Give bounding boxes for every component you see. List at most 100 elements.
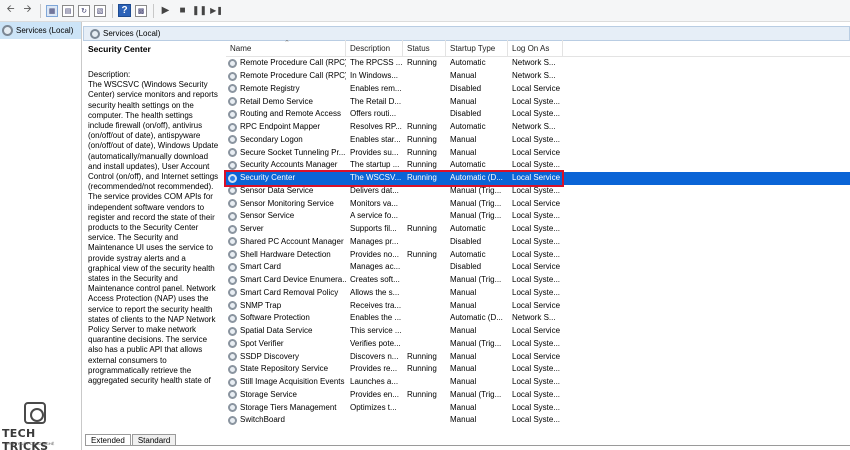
column-header-description[interactable]: Description xyxy=(346,40,403,56)
table-row[interactable]: Secure Socket Tunneling Pr... Provides su… xyxy=(226,146,850,159)
service-name-cell: Still Image Acquisition Events xyxy=(226,376,346,388)
service-description: Provides re... xyxy=(350,364,398,374)
service-gear-icon xyxy=(228,58,237,68)
service-name: Security Accounts Manager xyxy=(240,160,338,170)
service-description: The startup ... xyxy=(350,160,400,170)
table-row[interactable]: Secondary Logon Enables star... Running Man… xyxy=(226,134,850,147)
service-startup-type: Automatic xyxy=(450,160,486,170)
description-pane: Security Center Description: The WSCSVC … xyxy=(85,42,223,432)
table-row[interactable]: Sensor Data Service Delivers dat... Manual… xyxy=(226,185,850,198)
table-row[interactable]: Sensor Monitoring Service Monitors va... M… xyxy=(226,197,850,210)
table-row[interactable]: Spatial Data Service This service ... Manu… xyxy=(226,325,850,338)
console-tree-icon[interactable]: ▦ xyxy=(46,4,58,17)
table-row[interactable]: Shared PC Account Manager Manages pr... Di… xyxy=(226,236,850,249)
table-row[interactable]: Smart Card Removal Policy Allows the s...… xyxy=(226,287,850,300)
service-gear-icon xyxy=(228,199,237,209)
service-gear-icon xyxy=(228,84,237,94)
service-name-cell: Software Protection xyxy=(226,312,346,324)
table-row[interactable]: RPC Endpoint Mapper Resolves RP... Running… xyxy=(226,121,850,134)
service-name: Smart Card Removal Policy xyxy=(240,287,339,297)
service-name-cell: Smart Card Removal Policy xyxy=(226,287,346,299)
table-row[interactable]: Sensor Service A service fo... Manual (Tri… xyxy=(226,210,850,223)
service-status: Running xyxy=(407,122,437,132)
properties-icon[interactable]: ▧ xyxy=(94,4,106,17)
service-gear-icon xyxy=(228,135,237,145)
table-row[interactable]: State Repository Service Provides re... Ru… xyxy=(226,363,850,376)
service-gear-icon xyxy=(228,262,237,272)
table-row[interactable]: Smart Card Manages ac... Disabled Local Ser… xyxy=(226,261,850,274)
pause-service-icon[interactable]: ❚❚ xyxy=(192,4,207,17)
service-log-on-as: Local Syste... xyxy=(512,185,561,195)
service-startup-type: Disabled xyxy=(450,236,482,246)
table-row[interactable]: Remote Registry Enables rem... Disabled Loc… xyxy=(226,83,850,96)
column-header-log-on-as[interactable]: Log On As xyxy=(508,40,563,56)
service-name: Smart Card xyxy=(240,262,281,272)
stop-service-icon[interactable]: ■ xyxy=(176,4,189,17)
table-row[interactable]: Security Center The WSCSV... Running Automa… xyxy=(226,171,850,185)
table-row[interactable]: Still Image Acquisition Events Launches a… xyxy=(226,376,850,389)
service-startup-type: Manual (Trig... xyxy=(450,338,502,348)
table-row[interactable]: Spot Verifier Verifies pote... Manual (Tri… xyxy=(226,338,850,351)
forward-arrow-icon[interactable]: 🡪 xyxy=(21,4,34,17)
service-log-on-as: Local Service xyxy=(512,326,561,336)
table-row[interactable]: SwitchBoard Manual Local Syste... xyxy=(226,414,850,427)
service-startup-type: Manual xyxy=(450,287,477,297)
table-row[interactable]: Storage Tiers Management Optimizes t... Ma… xyxy=(226,401,850,414)
service-name: Remote Registry xyxy=(240,83,300,93)
service-description: Provides su... xyxy=(350,147,399,157)
table-row[interactable]: Routing and Remote Access Offers routi...… xyxy=(226,108,850,121)
service-name-cell: Routing and Remote Access xyxy=(226,108,346,120)
service-gear-icon xyxy=(228,224,237,234)
service-status: Running xyxy=(407,249,437,259)
service-name-cell: Storage Tiers Management xyxy=(226,402,346,414)
table-row[interactable]: Retail Demo Service The Retail D... Manual… xyxy=(226,95,850,108)
service-description: The RPCSS ... xyxy=(350,58,403,68)
column-header-status[interactable]: Status xyxy=(403,40,446,56)
service-description: Supports fil... xyxy=(350,224,397,234)
services-header-title: Services (Local) xyxy=(103,29,161,38)
service-name: SNMP Trap xyxy=(240,300,282,310)
back-arrow-icon[interactable]: 🡨 xyxy=(4,4,17,17)
table-row[interactable]: Security Accounts Manager The startup ...… xyxy=(226,159,850,172)
service-log-on-as: Local Syste... xyxy=(512,249,561,259)
service-description: Discovers n... xyxy=(350,351,399,361)
service-startup-type: Manual (Trig... xyxy=(450,211,502,221)
table-row[interactable]: Storage Service Provides en... Running Manu… xyxy=(226,389,850,402)
service-name: Still Image Acquisition Events xyxy=(240,377,345,387)
service-startup-type: Manual xyxy=(450,415,477,425)
service-startup-type: Manual xyxy=(450,71,477,81)
service-startup-type: Manual (Trig... xyxy=(450,275,502,285)
service-name-cell: Spatial Data Service xyxy=(226,325,346,337)
table-row[interactable]: Remote Procedure Call (RPC) ... In Window… xyxy=(226,70,850,83)
table-row[interactable]: Software Protection Enables the ... Automa… xyxy=(226,312,850,325)
start-service-icon[interactable]: ▶ xyxy=(159,4,172,17)
table-row[interactable]: Smart Card Device Enumera... Creates soft… xyxy=(226,274,850,287)
service-log-on-as: Local Syste... xyxy=(512,109,561,119)
service-name: Security Center xyxy=(240,173,296,183)
table-row[interactable]: Shell Hardware Detection Provides no... Ru… xyxy=(226,248,850,261)
service-log-on-as: Local Syste... xyxy=(512,96,561,106)
table-row[interactable]: SNMP Trap Receives tra... Manual Local Serv… xyxy=(226,299,850,312)
toolbar-separator xyxy=(153,3,154,18)
column-header-startup-type[interactable]: Startup Type xyxy=(446,40,508,56)
service-description: Creates soft... xyxy=(350,275,400,285)
tree-item-services-local[interactable]: Services (Local) xyxy=(0,22,81,39)
service-name-cell: Remote Procedure Call (RPC) xyxy=(226,57,346,69)
service-log-on-as: Network S... xyxy=(512,313,556,323)
refresh-icon[interactable]: ↻ xyxy=(78,4,90,17)
service-name-cell: SwitchBoard xyxy=(226,414,346,426)
restart-service-icon[interactable]: ▶❚ xyxy=(210,4,223,17)
table-row[interactable]: SSDP Discovery Discovers n... Running Manua… xyxy=(226,350,850,363)
help-icon[interactable]: ? xyxy=(118,4,131,17)
action-pane-icon[interactable]: ▩ xyxy=(135,4,147,17)
service-name: Storage Service xyxy=(240,389,297,399)
export-list-icon[interactable]: ▤ xyxy=(62,4,74,17)
tree-item-label: Services (Local) xyxy=(16,26,74,35)
service-name: SwitchBoard xyxy=(240,415,285,425)
service-name-cell: Server xyxy=(226,223,346,235)
service-gear-icon xyxy=(228,390,237,400)
service-title: Security Center xyxy=(88,44,151,54)
table-row[interactable]: Remote Procedure Call (RPC) The RPCSS ...… xyxy=(226,57,850,70)
table-row[interactable]: Server Supports fil... Running Automatic Loc… xyxy=(226,223,850,236)
service-log-on-as: Local Syste... xyxy=(512,389,561,399)
